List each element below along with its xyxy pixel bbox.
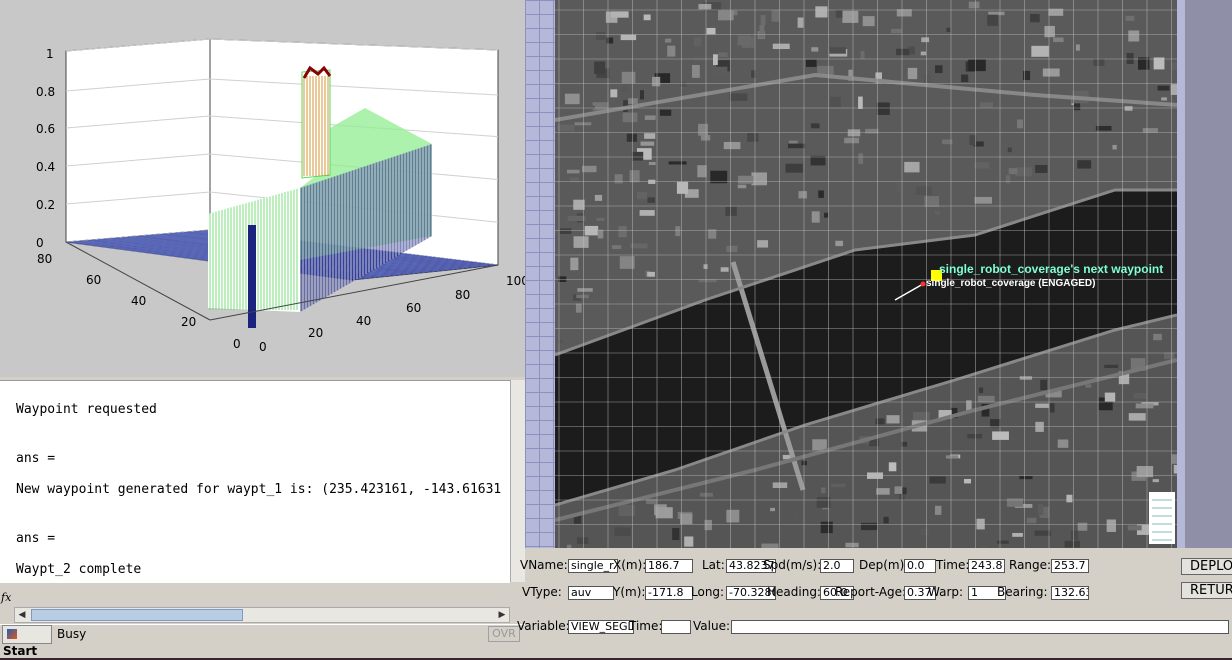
vehicle-icon[interactable] [920, 281, 926, 287]
command-line: Waypt_2 complete [16, 562, 142, 577]
side-panel [1185, 0, 1232, 548]
dep-field[interactable]: 0.0 [904, 559, 936, 573]
satellite-map[interactable]: single_robot_coverage's next waypoint si… [555, 0, 1177, 548]
report-age-label: Report-Age: [835, 585, 907, 599]
map-canvas: single_robot_coverage's next waypoint si… [555, 0, 1177, 548]
surface-plot-figure: 0 0.2 0.4 0.6 0.8 1 0 20 40 60 80 100 0 … [0, 0, 525, 377]
surface-plot: 0 0.2 0.4 0.6 0.8 1 0 20 40 60 80 100 0 … [36, 38, 525, 354]
x-tick: 0 [259, 340, 267, 354]
range-label: Range: [1009, 558, 1052, 572]
fx-icon: fx [1, 591, 12, 604]
var-time-label: Time: [629, 619, 663, 633]
map-right-margin [1177, 0, 1185, 548]
vehicle-info-panel: VName: single_r X(m): 186.7 Lat: 43.8237… [517, 548, 1232, 658]
status-bar: Start Busy OVR [0, 624, 525, 658]
spd-label: Spd(m/s): [763, 558, 822, 572]
command-line: ans = [16, 531, 56, 546]
x-tick: 100 [506, 274, 525, 288]
x-tick: 40 [356, 314, 371, 328]
time-label: Time: [936, 558, 970, 572]
y-tick: 60 [86, 273, 101, 287]
value-label: Value: [693, 619, 730, 633]
time-field[interactable]: 243.8 [968, 559, 1005, 573]
y-label: Y(m): [613, 585, 646, 599]
vname-label: VName: [520, 558, 568, 572]
z-tick: 0.2 [36, 198, 55, 212]
y-tick: 80 [37, 252, 52, 266]
lat-label: Lat: [702, 558, 725, 572]
warp-label: Warp: [928, 585, 964, 599]
command-line: Waypoint requested [16, 402, 157, 417]
command-line: New waypoint generated for waypt_1 is: (… [16, 482, 502, 497]
x-field[interactable]: 186.7 [645, 559, 693, 573]
range-field[interactable]: 253.7 [1051, 559, 1089, 573]
return-button[interactable]: RETURN [1181, 582, 1232, 599]
z-tick: 0.6 [36, 122, 55, 136]
dep-label: Dep(m): [859, 558, 909, 572]
y-tick: 0 [233, 337, 241, 351]
value-field[interactable] [731, 620, 1229, 634]
command-line: ans = [16, 451, 56, 466]
long-label: Long: [691, 585, 725, 599]
x-tick: 20 [308, 326, 323, 340]
x-tick: 60 [406, 301, 421, 315]
vname-field[interactable]: single_r [568, 559, 618, 573]
start-button[interactable]: Start [2, 625, 52, 658]
scroll-right-icon[interactable]: ▶ [495, 608, 509, 622]
vtype-label: VType: [522, 585, 562, 599]
z-tick: 1 [46, 47, 54, 61]
scroll-left-icon[interactable]: ◀ [15, 608, 29, 622]
bearing-label: Bearing: [997, 585, 1048, 599]
spd-field[interactable]: 2.0 [820, 559, 854, 573]
command-output[interactable]: Waypoint requested ans = New waypoint ge… [0, 380, 510, 583]
variable-field[interactable]: VIEW_SEGL [568, 620, 634, 634]
y-tick: 40 [131, 294, 146, 308]
vtype-field[interactable]: auv [568, 586, 614, 600]
z-tick: 0 [36, 236, 44, 250]
map-left-margin [525, 0, 555, 548]
command-window: Waypoint requested ans = New waypoint ge… [0, 377, 526, 658]
vertical-scrollbar[interactable] [510, 380, 526, 582]
horizontal-scrollbar[interactable]: ◀ ▶ [14, 607, 510, 623]
scrollbar-thumb[interactable] [31, 609, 243, 621]
vehicle-label: single_robot_coverage (ENGAGED) [926, 278, 1095, 289]
y-tick: 20 [181, 315, 196, 329]
deploy-button[interactable]: DEPLOY [1181, 558, 1232, 575]
bearing-field[interactable]: 132.63 [1051, 586, 1089, 600]
x-label: X(m): [613, 558, 647, 572]
status-text: Busy [57, 627, 87, 641]
matlab-logo-icon [7, 629, 17, 639]
heading-label: Heading: [767, 585, 821, 599]
var-time-field[interactable] [661, 620, 691, 634]
variable-label: Variable: [517, 619, 570, 633]
y-field[interactable]: -171.8 [645, 586, 693, 600]
x-tick: 80 [455, 288, 470, 302]
waypoint-label: single_robot_coverage's next waypoint [939, 262, 1163, 276]
start-label: Start [3, 644, 38, 658]
map-viewer-window: single_robot_coverage's next waypoint si… [517, 0, 1232, 658]
z-tick: 0.8 [36, 85, 55, 99]
z-axis-ticks: 0 0.2 0.4 0.6 0.8 1 [36, 47, 55, 250]
back-wall-left [65, 38, 211, 243]
z-tick: 0.4 [36, 160, 55, 174]
ovr-indicator: OVR [488, 626, 520, 642]
